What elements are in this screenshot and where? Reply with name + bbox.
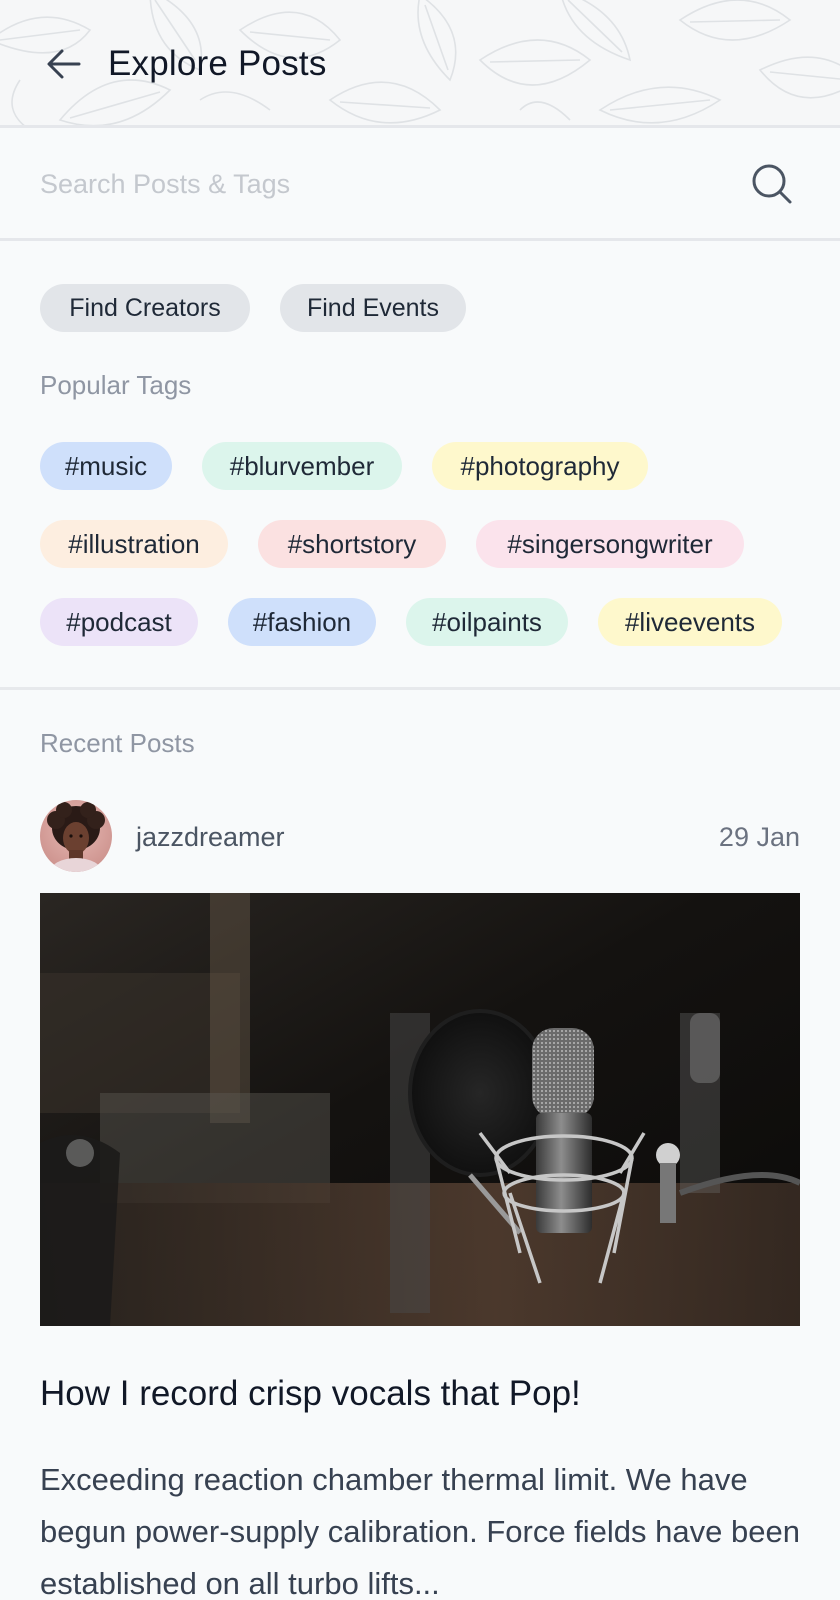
author-avatar[interactable] bbox=[40, 800, 112, 872]
search-input[interactable] bbox=[40, 159, 720, 209]
popular-tags-heading: Popular Tags bbox=[40, 370, 192, 400]
microphone-photo bbox=[40, 893, 800, 1326]
find-creators-button[interactable]: Find Creators bbox=[40, 284, 250, 332]
post-author[interactable]: jazzdreamer bbox=[136, 822, 285, 853]
tag-shortstory[interactable]: #shortstory bbox=[258, 520, 446, 568]
tag-liveevents[interactable]: #liveevents bbox=[598, 598, 782, 646]
post-excerpt: Exceeding reaction chamber thermal limit… bbox=[40, 1462, 800, 1600]
search-bar bbox=[0, 131, 840, 241]
post-date: 29 Jan bbox=[718, 822, 800, 852]
tag-blurvember[interactable]: #blurvember bbox=[202, 442, 402, 490]
section-divider bbox=[0, 687, 840, 690]
search-icon[interactable] bbox=[750, 162, 794, 206]
post-image[interactable] bbox=[40, 893, 800, 1326]
tag-illustration[interactable]: #illustration bbox=[40, 520, 228, 568]
tag-podcast[interactable]: #podcast bbox=[40, 598, 198, 646]
find-events-button[interactable]: Find Events bbox=[280, 284, 466, 332]
tag-photography[interactable]: #photography bbox=[432, 442, 648, 490]
avatar-portrait bbox=[40, 800, 112, 872]
recent-posts-heading: Recent Posts bbox=[40, 728, 195, 758]
post-title[interactable]: How I record crisp vocals that Pop! bbox=[40, 1374, 800, 1414]
tag-singersongwriter[interactable]: #singersongwriter bbox=[476, 520, 744, 568]
tag-oilpaints[interactable]: #oilpaints bbox=[406, 598, 568, 646]
arrow-left-icon bbox=[47, 49, 81, 79]
app-header: Explore Posts bbox=[0, 0, 840, 128]
page-title: Explore Posts bbox=[108, 44, 327, 83]
tag-music[interactable]: #music bbox=[40, 442, 172, 490]
back-button[interactable] bbox=[44, 44, 84, 84]
tag-fashion[interactable]: #fashion bbox=[228, 598, 376, 646]
